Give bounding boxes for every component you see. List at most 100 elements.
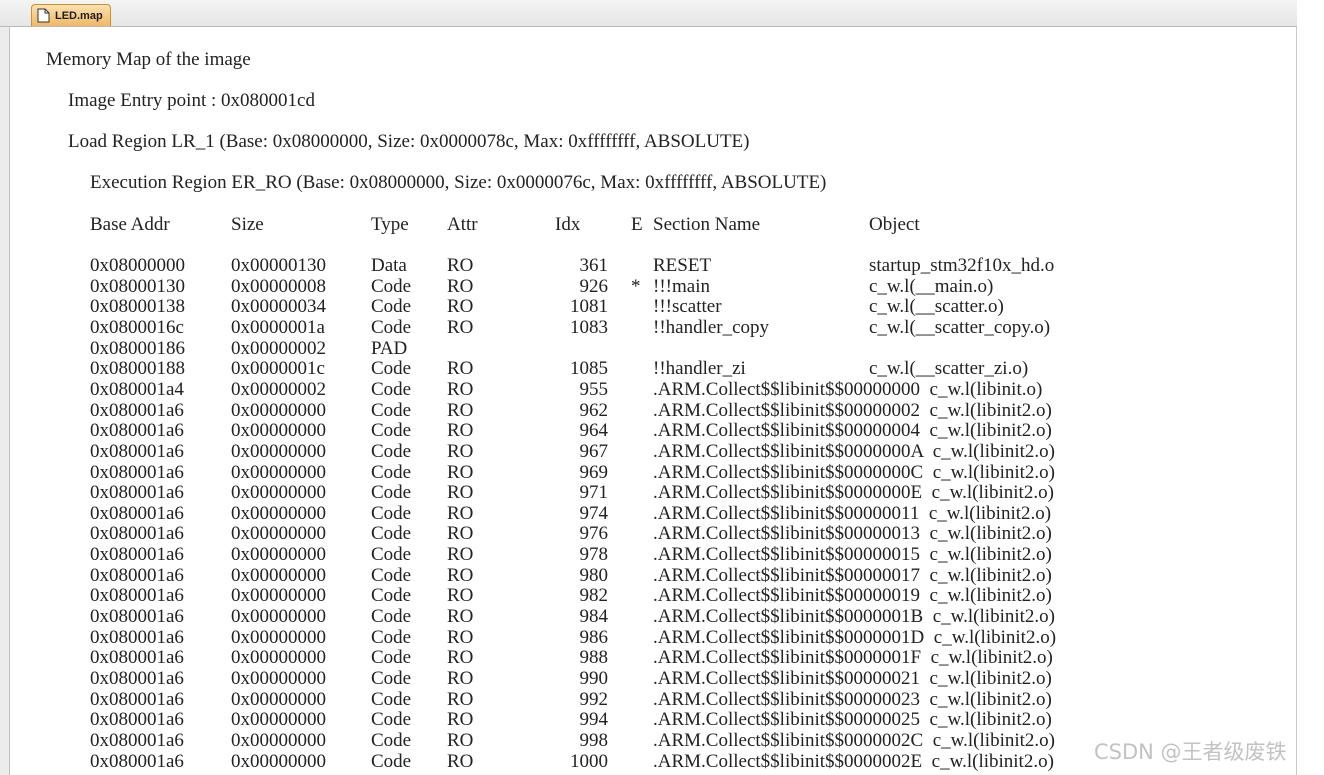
cell-idx: 974 [579, 503, 609, 524]
cell-attr: RO [447, 668, 474, 689]
cell-section-name: .ARM.Collect$$libinit$$0000000E c_w.l(li… [653, 482, 1054, 503]
cell-size: 0x00000000 [231, 585, 326, 606]
cell-base-addr: 0x080001a6 [90, 585, 184, 606]
cell-attr: RO [447, 647, 474, 668]
cell-base-addr: 0x08000186 [90, 338, 185, 359]
map-title: Memory Map of the image [46, 49, 251, 70]
cell-idx: 962 [579, 400, 609, 421]
cell-type: Code [371, 751, 412, 772]
tab-label: LED.map [55, 9, 103, 22]
cell-base-addr: 0x080001a6 [90, 606, 184, 627]
cell-object: c_w.l(__scatter.o) [869, 296, 1004, 317]
watermark: CSDN @王者级废铁 [1094, 740, 1287, 764]
cell-type: Code [371, 709, 412, 730]
cell-section-name: .ARM.Collect$$libinit$$00000015 c_w.l(li… [653, 544, 1052, 565]
editor[interactable]: Memory Map of the image Image Entry poin… [0, 27, 1297, 775]
cell-attr: RO [447, 441, 474, 462]
table-row: 0x08000186 0x00000002 PAD [0, 338, 1297, 359]
cell-size: 0x00000000 [231, 482, 326, 503]
header-type: Type [371, 214, 409, 235]
cell-type: Code [371, 730, 412, 751]
cell-type: Code [371, 400, 412, 421]
cell-idx: 971 [579, 482, 609, 503]
cell-section-name: .ARM.Collect$$libinit$$00000002 c_w.l(li… [653, 400, 1052, 421]
cell-section-name: .ARM.Collect$$libinit$$00000011 c_w.l(li… [653, 503, 1052, 524]
cell-base-addr: 0x080001a6 [90, 709, 184, 730]
cell-type: Data [371, 255, 407, 276]
cell-attr: RO [447, 276, 474, 297]
cell-attr: RO [447, 462, 474, 483]
cell-section-name: !!handler_copy [653, 317, 770, 338]
table-row: 0x080001a6 0x00000000 Code RO 982 .ARM.Collec… [0, 585, 1297, 606]
load-region-line: Load Region LR_1 (Base: 0x08000000, Size… [68, 131, 750, 152]
cell-base-addr: 0x080001a6 [90, 400, 184, 421]
cell-base-addr: 0x080001a6 [90, 751, 184, 772]
cell-size: 0x00000000 [231, 627, 326, 648]
cell-section-name: .ARM.Collect$$libinit$$00000004 c_w.l(li… [653, 420, 1052, 441]
cell-attr: RO [447, 751, 474, 772]
header-attr: Attr [447, 214, 478, 235]
cell-base-addr: 0x080001a6 [90, 462, 184, 483]
cell-type: Code [371, 647, 412, 668]
cell-section-name: .ARM.Collect$$libinit$$00000025 c_w.l(li… [653, 709, 1052, 730]
table-row: 0x080001a6 0x00000000 Code RO 990 .ARM.Collec… [0, 668, 1297, 689]
cell-base-addr: 0x080001a6 [90, 523, 184, 544]
cell-section-name: .ARM.Collect$$libinit$$00000023 c_w.l(li… [653, 689, 1052, 710]
cell-base-addr: 0x080001a6 [90, 565, 184, 586]
cell-base-addr: 0x0800016c [90, 317, 184, 338]
tab-led-map[interactable]: LED.map [31, 4, 111, 26]
cell-section-name: RESET [653, 255, 712, 276]
cell-type: Code [371, 358, 412, 379]
cell-section-name: .ARM.Collect$$libinit$$00000013 c_w.l(li… [653, 523, 1052, 544]
cell-attr: RO [447, 606, 474, 627]
cell-size: 0x00000130 [231, 255, 326, 276]
cell-idx: 978 [579, 544, 609, 565]
cell-base-addr: 0x08000130 [90, 276, 185, 297]
header-idx: Idx [555, 214, 581, 235]
table-row: 0x08000188 0x0000001c Code RO 1085 !!handler_… [0, 358, 1297, 379]
cell-size: 0x00000034 [231, 296, 326, 317]
table-row: 0x080001a6 0x00000000 Code RO 992 .ARM.Collec… [0, 689, 1297, 710]
header-section-name: Section Name [653, 214, 761, 235]
cell-object: c_w.l(__scatter_copy.o) [869, 317, 1051, 338]
cell-idx: 1085 [570, 358, 608, 379]
cell-type: Code [371, 668, 412, 689]
cell-entry-marker: * [631, 276, 641, 297]
cell-idx [540, 338, 608, 359]
cell-section-name: .ARM.Collect$$libinit$$00000000 c_w.l(li… [653, 379, 1043, 400]
table-row: 0x080001a6 0x00000000 Code RO 988 .ARM.Collec… [0, 647, 1297, 668]
cell-base-addr: 0x08000000 [90, 255, 185, 276]
cell-attr: RO [447, 503, 474, 524]
cell-type: PAD [371, 338, 408, 359]
cell-idx: 998 [579, 730, 609, 751]
cell-size: 0x00000000 [231, 462, 326, 483]
cell-attr: RO [447, 565, 474, 586]
cell-size: 0x0000001a [231, 317, 325, 338]
cell-size: 0x00000000 [231, 647, 326, 668]
cell-attr: RO [447, 296, 474, 317]
cell-size: 0x00000008 [231, 276, 326, 297]
cell-size: 0x00000002 [231, 379, 326, 400]
table-row: 0x080001a4 0x00000002 Code RO 955 .ARM.Collec… [0, 379, 1297, 400]
cell-section-name: !!!scatter [653, 296, 722, 317]
header-base-addr: Base Addr [90, 214, 170, 235]
cell-idx: 1081 [570, 296, 608, 317]
cell-base-addr: 0x08000138 [90, 296, 185, 317]
cell-section-name: .ARM.Collect$$libinit$$0000001F c_w.l(li… [653, 647, 1053, 668]
table-row: 0x080001a6 0x00000000 Code RO 964 .ARM.Collec… [0, 420, 1297, 441]
cell-size: 0x00000002 [231, 338, 326, 359]
cell-attr: RO [447, 627, 474, 648]
cell-type: Code [371, 627, 412, 648]
table-row: 0x08000138 0x00000034 Code RO 1081 !!!scatter… [0, 296, 1297, 317]
cell-attr: RO [447, 255, 474, 276]
cell-base-addr: 0x080001a6 [90, 730, 184, 751]
file-icon [37, 8, 50, 23]
table-row: 0x080001a6 0x00000000 Code RO 994 .ARM.Collec… [0, 709, 1297, 730]
cell-base-addr: 0x080001a6 [90, 668, 184, 689]
cell-section-name: .ARM.Collect$$libinit$$0000000C c_w.l(li… [653, 462, 1055, 483]
cell-type: Code [371, 276, 412, 297]
cell-idx: 955 [579, 379, 609, 400]
cell-idx: 1083 [570, 317, 608, 338]
cell-attr: RO [447, 420, 474, 441]
cell-base-addr: 0x080001a6 [90, 544, 184, 565]
